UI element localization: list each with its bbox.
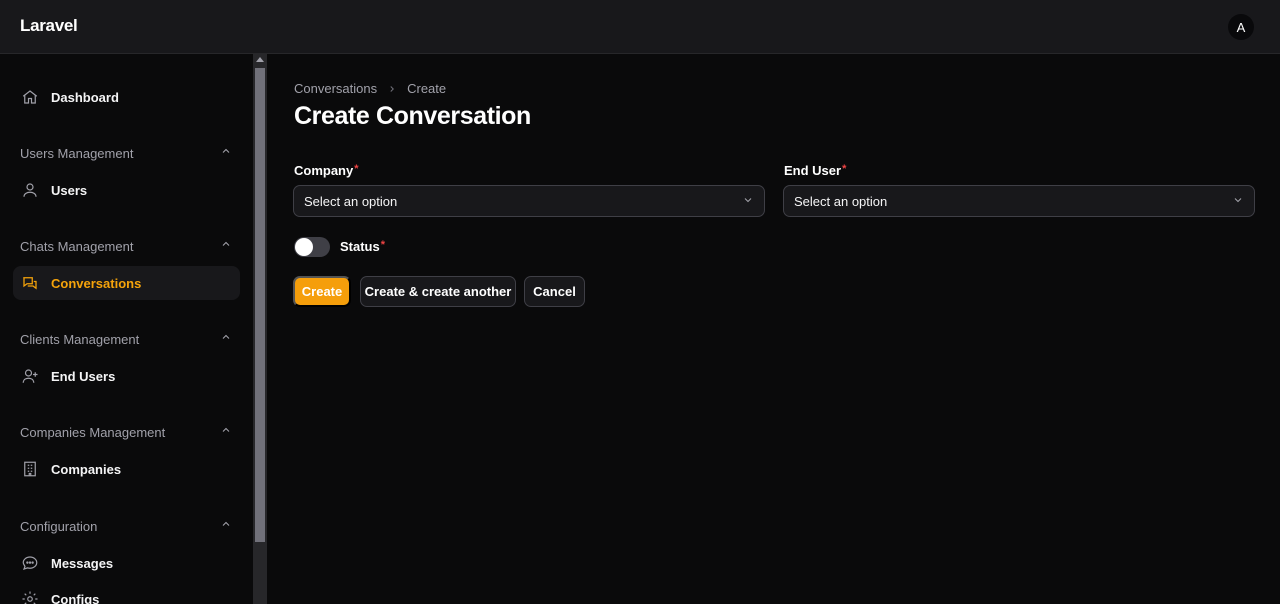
group-label: Chats Management [20, 238, 134, 254]
chevron-right-icon [387, 84, 397, 94]
sidebar-item-companies[interactable]: Companies [13, 452, 240, 486]
cancel-button[interactable]: Cancel [524, 276, 585, 307]
group-chats-management[interactable]: Chats Management [20, 236, 232, 256]
required-mark: * [842, 163, 847, 175]
required-mark: * [354, 163, 359, 175]
group-users-management[interactable]: Users Management [20, 143, 232, 163]
page-title: Create Conversation [294, 102, 531, 130]
group-clients-management[interactable]: Clients Management [20, 329, 232, 349]
company-label: Company* [294, 163, 359, 178]
brand-logo[interactable]: Laravel [20, 16, 78, 36]
end-user-select[interactable]: Select an option [783, 185, 1255, 217]
chevron-up-icon [220, 423, 232, 441]
sidebar-item-label: End Users [51, 368, 116, 384]
sidebar-item-users[interactable]: Users [13, 173, 240, 207]
chevron-up-icon [220, 517, 232, 535]
home-icon [21, 88, 39, 106]
sidebar-item-label: Conversations [51, 275, 142, 291]
sidebar-item-label: Companies [51, 461, 122, 477]
group-label: Clients Management [20, 331, 140, 347]
group-configuration[interactable]: Configuration [20, 516, 232, 536]
group-companies-management[interactable]: Companies Management [20, 422, 232, 442]
company-select-value: Select an option [304, 193, 398, 209]
gear-icon [21, 590, 39, 604]
toggle-knob [295, 238, 313, 256]
status-toggle[interactable] [294, 237, 330, 257]
group-label: Companies Management [20, 424, 166, 440]
sidebar-item-label: Dashboard [51, 89, 119, 105]
end-user-select-value: Select an option [794, 193, 888, 209]
company-select[interactable]: Select an option [293, 185, 765, 217]
top-bar: Laravel A [0, 0, 1280, 54]
create-another-button[interactable]: Create & create another [360, 276, 516, 307]
breadcrumb-current: Create [407, 81, 447, 96]
sidebar-item-label: Users [51, 182, 88, 198]
chevron-down-icon [742, 194, 754, 209]
message-circle-icon [21, 554, 39, 572]
required-mark: * [380, 239, 386, 251]
scroll-up-arrow-icon[interactable] [256, 57, 264, 62]
end-user-label: End User* [784, 163, 847, 178]
chevron-up-icon [220, 144, 232, 162]
sidebar-item-conversations[interactable]: Conversations [13, 266, 240, 300]
breadcrumb-parent[interactable]: Conversations [294, 81, 377, 96]
sidebar: Dashboard Users Management Users Chats M… [0, 54, 253, 604]
user-icon [21, 181, 39, 199]
chat-bubbles-icon [21, 274, 39, 292]
sidebar-item-label: Configs [51, 591, 100, 604]
status-label: Status* [340, 239, 386, 254]
building-icon [21, 460, 39, 478]
group-label: Configuration [20, 518, 98, 534]
sidebar-item-end-users[interactable]: End Users [13, 359, 240, 393]
group-label: Users Management [20, 145, 134, 161]
breadcrumb: Conversations Create [294, 81, 446, 96]
chevron-up-icon [220, 330, 232, 348]
main-content: Conversations Create Create Conversation… [267, 54, 1280, 604]
sidebar-item-label: Messages [51, 555, 114, 571]
sidebar-item-dashboard[interactable]: Dashboard [13, 80, 240, 114]
chevron-down-icon [1232, 194, 1244, 209]
create-button[interactable]: Create [293, 276, 351, 307]
user-plus-icon [21, 367, 39, 385]
chevron-up-icon [220, 237, 232, 255]
scrollbar-thumb[interactable] [255, 68, 265, 542]
sidebar-item-messages[interactable]: Messages [13, 546, 240, 580]
sidebar-item-configs[interactable]: Configs [13, 582, 240, 604]
user-avatar[interactable]: A [1228, 14, 1254, 40]
